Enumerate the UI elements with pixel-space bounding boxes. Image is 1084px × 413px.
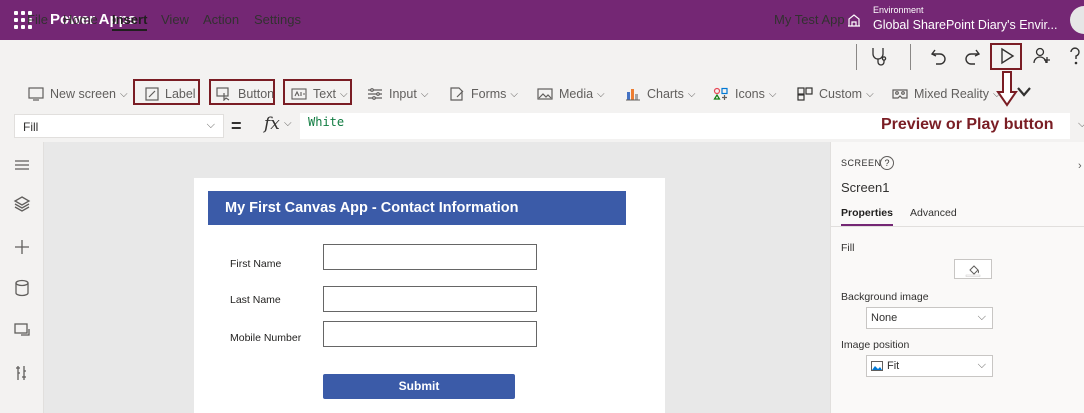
formula-expand-chevron-icon[interactable]: ⌵: [1078, 118, 1084, 131]
avatar[interactable]: [1070, 6, 1084, 34]
menu-view[interactable]: View: [161, 12, 189, 27]
new-screen-label: New screen: [50, 87, 116, 101]
menu-insert[interactable]: Insert: [112, 12, 148, 31]
chevron-down-icon: ⌵: [993, 88, 1001, 100]
header-label[interactable]: My First Canvas App - Contact Informatio…: [208, 191, 626, 225]
first-name-label[interactable]: First Name: [230, 258, 281, 270]
mobile-number-label[interactable]: Mobile Number: [230, 332, 301, 344]
forms-icon: [450, 87, 464, 101]
app-checker-icon[interactable]: [868, 45, 890, 67]
property-dropdown[interactable]: Fill ⌵: [14, 114, 224, 138]
toolbar-divider: [856, 44, 857, 70]
image-fit-icon: [871, 361, 883, 371]
menu-settings[interactable]: Settings: [254, 12, 301, 27]
chevron-down-icon: ⌵: [206, 119, 215, 131]
media-panel-icon[interactable]: [12, 320, 32, 340]
preview-annotation: Preview or Play button: [881, 116, 1054, 133]
tab-properties[interactable]: Properties: [841, 207, 893, 226]
data-icon[interactable]: [12, 278, 32, 298]
background-image-dropdown[interactable]: None ⌵: [866, 307, 993, 329]
fill-color-picker[interactable]: [954, 259, 992, 279]
chevron-down-icon: ⌵: [420, 88, 429, 100]
icons-label: Icons: [735, 87, 765, 101]
image-position-dropdown[interactable]: Fit ⌵: [866, 355, 993, 377]
paint-bucket-icon: [965, 265, 981, 277]
charts-icon: [626, 89, 640, 101]
ribbon-more-chevron-icon[interactable]: [1016, 85, 1032, 99]
charts-label: Charts: [647, 87, 684, 101]
new-screen-button[interactable]: New screen ⌵: [28, 83, 128, 105]
media-icon: [537, 88, 553, 100]
property-value: Fill: [23, 120, 39, 134]
label-highlight: [133, 79, 200, 105]
input-label: Input: [389, 87, 417, 101]
menu-home[interactable]: Home: [63, 12, 98, 27]
mixed-reality-button[interactable]: Mixed Reality ⌵: [892, 83, 1001, 105]
chevron-down-icon: ⌵: [866, 88, 874, 100]
new-screen-icon: [28, 87, 44, 101]
chevron-down-icon: ⌵: [977, 359, 986, 371]
button-highlight: [209, 79, 275, 105]
fill-label: Fill: [841, 242, 855, 254]
input-button[interactable]: Input ⌵: [367, 83, 428, 105]
tree-view-icon[interactable]: [12, 194, 32, 214]
chevron-down-icon: ⌵: [510, 88, 519, 100]
toolbar-divider: [910, 44, 911, 70]
charts-button[interactable]: Charts ⌵: [625, 83, 695, 105]
text-highlight: [283, 79, 352, 105]
icons-icon: [713, 87, 728, 100]
app-title[interactable]: My Test App: [774, 12, 845, 27]
icons-button[interactable]: Icons ⌵: [713, 83, 776, 105]
control-kind: SCREEN: [841, 158, 882, 168]
submit-button[interactable]: Submit: [323, 374, 515, 399]
share-icon[interactable]: [1031, 45, 1053, 67]
environment-label: Environment: [873, 5, 924, 15]
last-name-label[interactable]: Last Name: [230, 294, 281, 306]
background-image-value: None: [871, 312, 898, 324]
last-name-input[interactable]: [323, 286, 537, 312]
help-icon[interactable]: ?: [880, 156, 894, 170]
custom-button[interactable]: Custom ⌵: [797, 83, 874, 105]
panel-collapse-icon[interactable]: ›: [1078, 160, 1082, 172]
chevron-down-icon: ⌵: [768, 88, 777, 100]
custom-icon: [797, 87, 813, 101]
redo-icon[interactable]: [961, 45, 983, 67]
chevron-down-icon: ⌵: [687, 88, 696, 100]
menu-file[interactable]: File: [27, 12, 48, 27]
help-icon[interactable]: [1064, 45, 1084, 67]
advanced-tools-icon[interactable]: [12, 363, 32, 383]
environment-icon[interactable]: [846, 12, 862, 28]
chevron-down-icon: ⌵: [597, 88, 605, 100]
chevron-down-icon[interactable]: ⌵: [284, 118, 292, 129]
formula-value: White: [308, 115, 345, 129]
image-position-label: Image position: [841, 339, 910, 351]
forms-label: Forms: [471, 87, 507, 101]
media-button[interactable]: Media ⌵: [537, 83, 605, 105]
mixed-reality-label: Mixed Reality: [914, 87, 990, 101]
chevron-down-icon: ⌵: [977, 311, 986, 323]
play-button-highlight: [990, 43, 1022, 70]
menu-action[interactable]: Action: [203, 12, 239, 27]
screen-name: Screen1: [841, 180, 890, 195]
chevron-down-icon: ⌵: [120, 88, 128, 100]
tab-advanced[interactable]: Advanced: [910, 207, 957, 219]
image-position-value: Fit: [887, 360, 900, 372]
menu-bar: [0, 40, 1084, 78]
background-image-label: Background image: [841, 291, 929, 303]
fx-icon[interactable]: fx: [264, 114, 280, 134]
environment-name[interactable]: Global SharePoint Diary's Envir...: [873, 18, 1057, 32]
custom-label: Custom: [819, 87, 863, 101]
mobile-number-input[interactable]: [323, 321, 537, 347]
mixed-reality-icon: [892, 89, 908, 99]
panel-divider: [830, 226, 1084, 227]
equals-sign: =: [231, 116, 242, 136]
hamburger-menu-icon[interactable]: [12, 155, 32, 175]
insert-plus-icon[interactable]: [12, 237, 32, 257]
media-label: Media: [559, 87, 594, 101]
forms-button[interactable]: Forms ⌵: [449, 83, 518, 105]
first-name-input[interactable]: [323, 244, 537, 270]
undo-icon[interactable]: [928, 45, 950, 67]
input-icon: [368, 88, 382, 100]
